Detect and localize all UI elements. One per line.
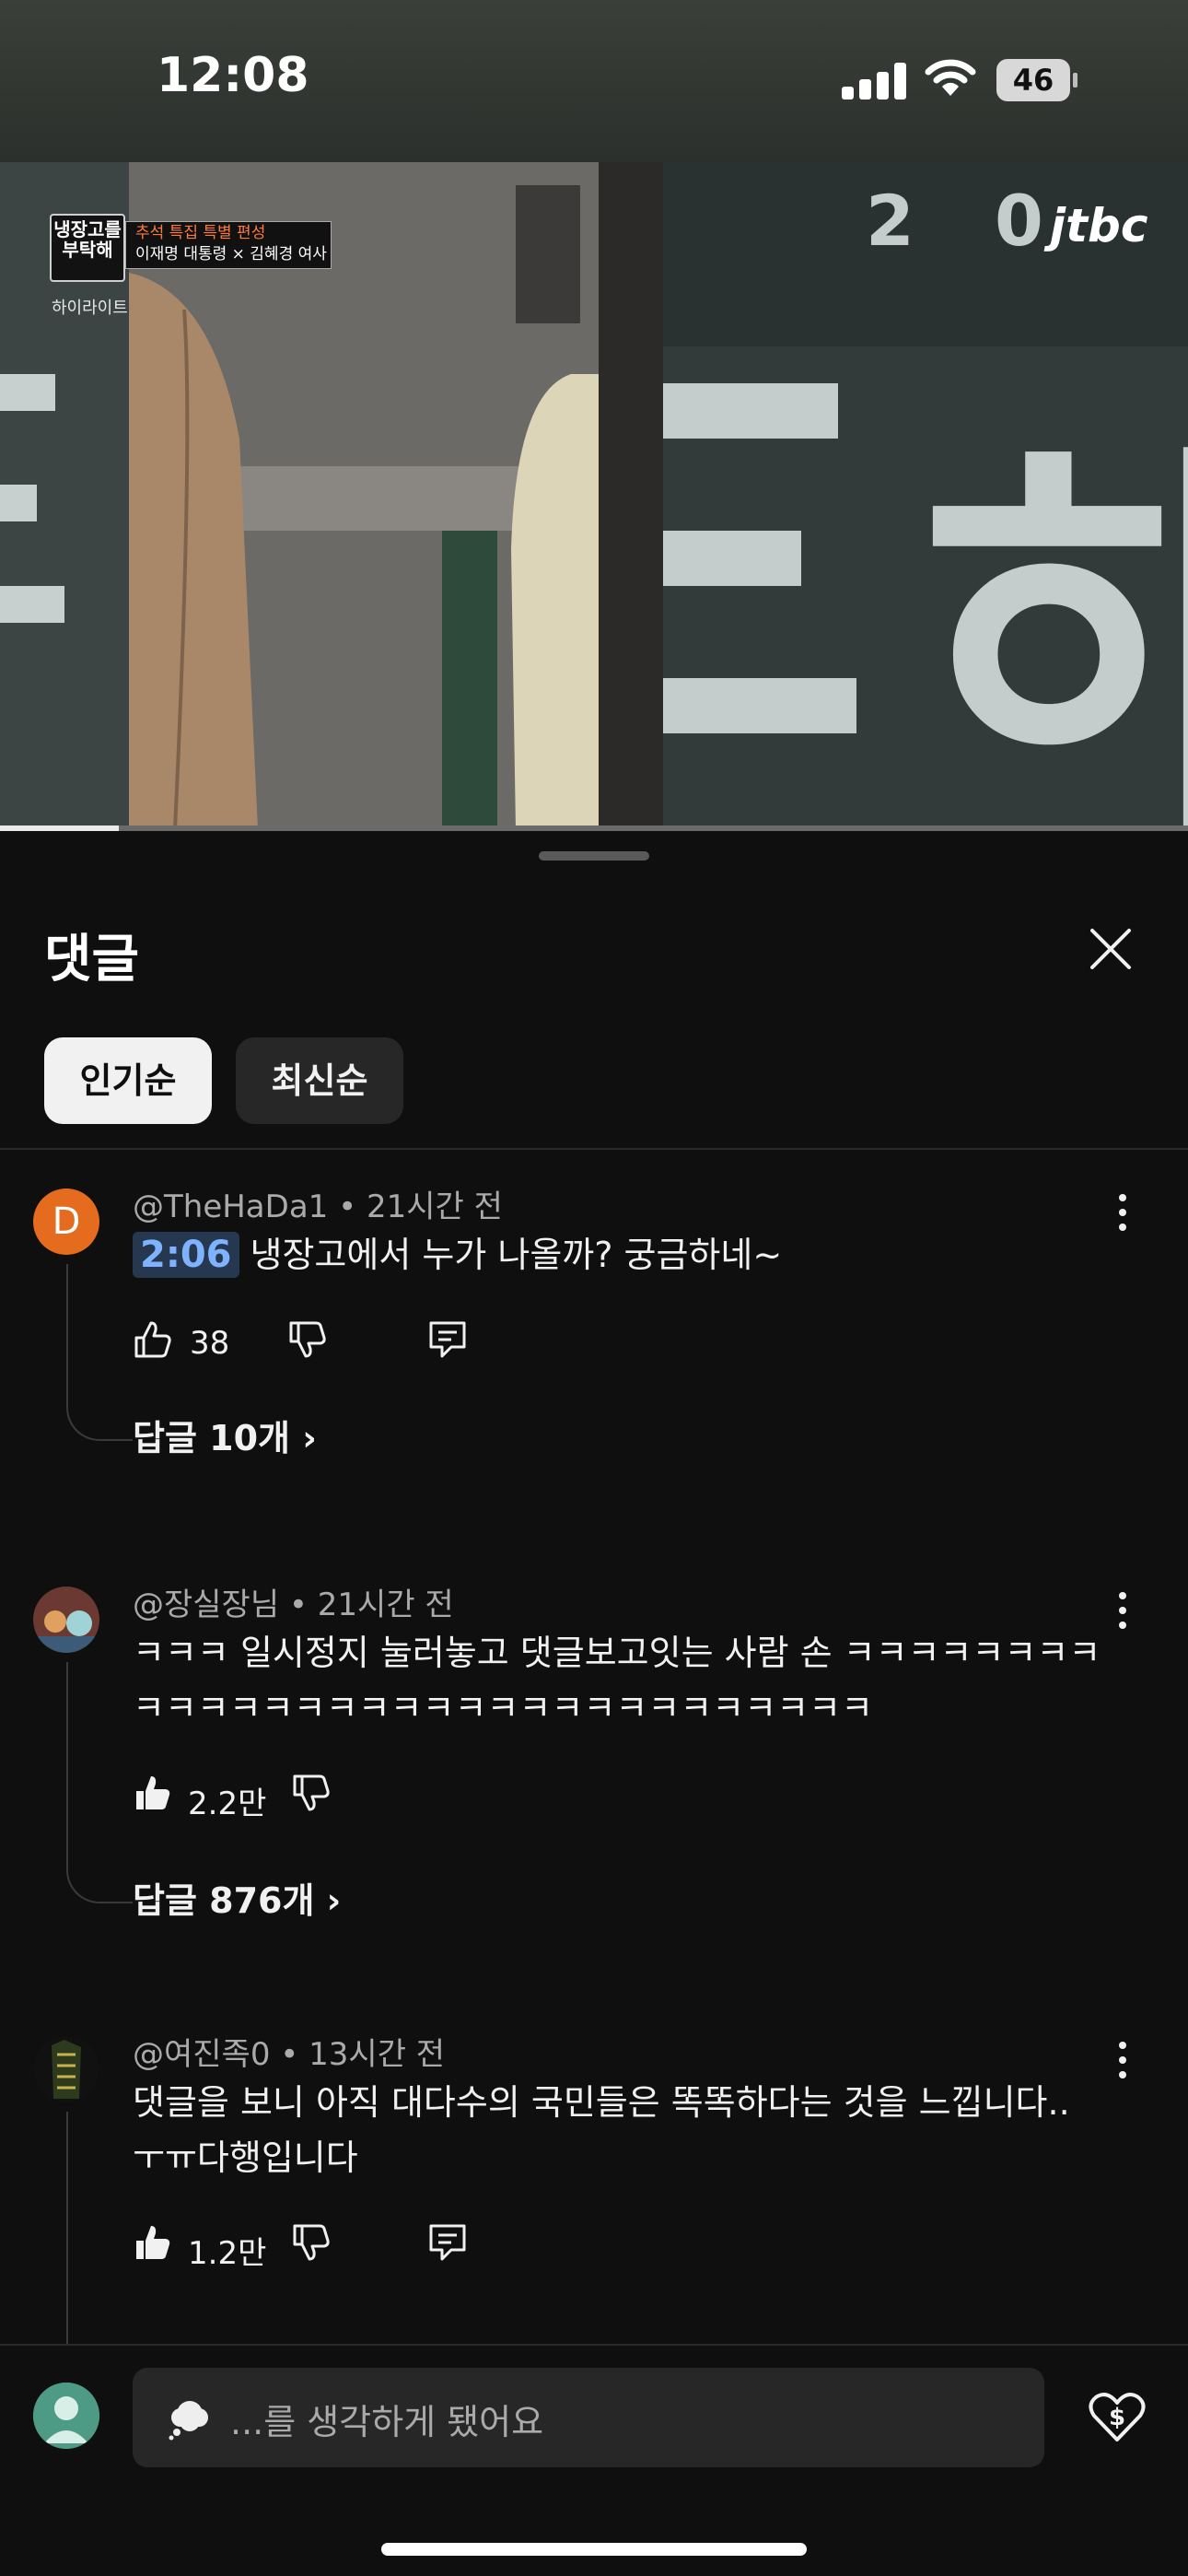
thumbs-up-icon[interactable] (133, 1319, 173, 1360)
thought-bubble-icon (169, 2401, 208, 2441)
sort-tab-newest[interactable]: 최신순 (236, 1037, 403, 1124)
comment-body: 냉장고에서 누가 나올까? 궁금하네~ (250, 1235, 783, 1275)
avatar[interactable] (33, 2036, 99, 2102)
sort-tab-top[interactable]: 인기순 (44, 1037, 212, 1124)
cellular-signal-icon (842, 63, 906, 100)
comment-body: 댓글을 보니 아직 대다수의 국민들은 똑똑하다는 것을 느낍니다.. ㅜㅠ다행… (133, 2082, 1070, 2178)
comment-meta: @장실장님 • 21시간 전 (133, 1587, 454, 1623)
user-avatar-icon[interactable] (33, 2383, 99, 2449)
status-bar: 12:08 46 (0, 0, 1188, 162)
thumbs-down-icon[interactable] (287, 1319, 328, 1360)
video-player[interactable]: 2 0 하 냉장고를 부탁해 하이라이트 추석 특집 특별 편성 이재명 대통령… (0, 162, 1188, 829)
super-thanks-icon[interactable]: $ (1087, 2386, 1147, 2447)
banner-line2: 이재명 대통령 × 김혜경 여사 (135, 245, 327, 263)
view-replies-button[interactable]: 답글 876개 › (133, 1872, 341, 1923)
close-icon[interactable] (1083, 921, 1138, 977)
panel-title: 댓글 (44, 930, 140, 989)
comment-time: 21시간 전 (366, 1188, 503, 1225)
episode-banner: 추석 특집 특별 편성 이재명 대통령 × 김혜경 여사 (125, 221, 332, 269)
comment-author[interactable]: @여진족0 (133, 2036, 270, 2073)
comment-actions: 2.2만 (133, 1773, 409, 1824)
svg-text:0: 0 (995, 180, 1043, 262)
svg-text:$: $ (1109, 2404, 1125, 2431)
thread-curve (66, 1406, 133, 1441)
comment-input-placeholder: ...를 생각하게 됐어요 (230, 2402, 544, 2442)
avatar[interactable]: D (33, 1188, 99, 1255)
thread-curve (66, 1868, 133, 1903)
divider (0, 1148, 1188, 1150)
video-progress-bar[interactable] (0, 825, 1188, 831)
wifi-icon (925, 59, 976, 96)
comment-author[interactable]: @장실장님 (133, 1587, 279, 1623)
comments-panel: 댓글 인기순 최신순 D @TheHaDa1 • 21시간 전 2:06 냉장고에… (0, 833, 1188, 2576)
show-logo: 냉장고를 부탁해 (50, 214, 125, 282)
svg-text:2: 2 (866, 180, 914, 262)
comment-body: ㅋㅋㅋ 일시정지 눌러놓고 댓글보고잇는 사람 손 ㅋㅋㅋㅋㅋㅋㅋㅋㅋㅋㅋㅋㅋㅋ… (133, 1633, 1101, 1728)
comment-meta: @여진족0 • 13시간 전 (133, 2036, 446, 2073)
comment-composer-bar: ...를 생각하게 됐어요 $ (0, 2346, 1188, 2576)
channel-logo: jtbc (1050, 199, 1148, 252)
battery-icon: 46 (996, 59, 1077, 101)
thread-line (66, 1264, 68, 1406)
view-replies-button[interactable]: 답글 10개 › (133, 1410, 317, 1460)
like-count: 2.2만 (188, 1786, 267, 1822)
comment-item: D @TheHaDa1 • 21시간 전 2:06 냉장고에서 누가 나올까? 궁… (0, 1187, 1188, 1458)
comment-time: 13시간 전 (309, 2036, 446, 2073)
comment-actions: 38 (133, 1319, 519, 1371)
more-vertical-icon[interactable] (1109, 1187, 1136, 1238)
home-indicator[interactable] (381, 2543, 807, 2556)
svg-text:하: 하 (921, 413, 1188, 829)
comment-actions: 1.2만 (133, 2222, 519, 2274)
status-time: 12:08 (157, 48, 309, 103)
more-vertical-icon[interactable] (1109, 2034, 1136, 2086)
thumbs-up-icon[interactable] (133, 2222, 173, 2263)
battery-level: 46 (996, 59, 1070, 101)
comment-text: 2:06 냉장고에서 누가 나올까? 궁금하네~ (133, 1227, 1109, 1282)
banner-line1: 추석 특집 특별 편성 (135, 224, 266, 242)
thread-line (66, 2112, 68, 2348)
more-vertical-icon[interactable] (1109, 1585, 1136, 1636)
thumbs-down-icon[interactable] (291, 2222, 332, 2263)
avatar[interactable] (33, 1587, 99, 1653)
comment-author[interactable]: @TheHaDa1 (133, 1188, 328, 1225)
timestamp-link[interactable]: 2:06 (133, 1232, 239, 1278)
highlight-label: 하이라이트 (52, 299, 128, 318)
thumbs-down-icon[interactable] (291, 1773, 332, 1813)
thread-line (66, 1662, 68, 1868)
comment-time: 21시간 전 (317, 1587, 454, 1623)
video-progress-fill (0, 825, 119, 831)
drag-handle[interactable] (539, 851, 649, 861)
reply-icon[interactable] (427, 1319, 468, 1360)
like-count: 1.2만 (188, 2235, 267, 2272)
comment-item: @장실장님 • 21시간 전 ㅋㅋㅋ 일시정지 눌러놓고 댓글보고잇는 사람 손… (0, 1585, 1188, 1921)
reply-icon[interactable] (427, 2222, 468, 2263)
comment-meta: @TheHaDa1 • 21시간 전 (133, 1188, 503, 1225)
comment-item: @여진족0 • 13시간 전 댓글을 보니 아직 대다수의 국민들은 똑똑하다는… (0, 2034, 1188, 2348)
like-count: 38 (190, 1325, 230, 1362)
thumbs-up-icon[interactable] (133, 1773, 173, 1813)
comment-input[interactable]: ...를 생각하게 됐어요 (133, 2368, 1044, 2467)
